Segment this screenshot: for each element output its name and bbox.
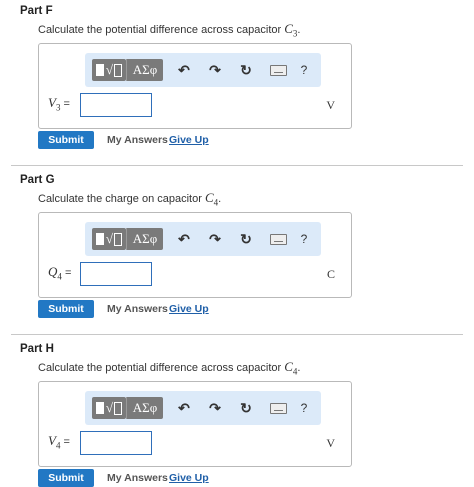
radical-icon: √ [105,400,114,415]
my-answers-link[interactable]: My Answers [107,303,168,315]
var-main: Q [48,264,58,279]
answer-box: √ ΑΣφ ↶ ↷ ↻ ? V3 = V [38,43,352,129]
equation-toolbar: √ ΑΣφ ↶ ↷ ↻ ? [85,222,321,256]
question-prefix: Calculate the potential difference acros… [38,362,285,374]
part-title: Part F [20,5,53,17]
reset-icon[interactable]: ↻ [235,59,257,81]
question-prefix: Calculate the charge on capacitor [38,193,205,205]
equals-sign: = [61,267,72,279]
submit-button[interactable]: Submit [38,300,94,318]
var-main: V [48,433,56,448]
greek-symbols-button[interactable]: ΑΣφ [126,59,163,81]
undo-icon[interactable]: ↶ [173,397,195,419]
keyboard-icon[interactable] [265,59,291,81]
my-answers-link[interactable]: My Answers [107,134,168,146]
equals-sign: = [60,98,70,110]
redo-icon[interactable]: ↷ [204,228,226,250]
question-variable: C3 [284,21,297,39]
unit-label: V [326,436,335,450]
give-up-link[interactable]: Give Up [169,472,209,484]
answer-box: √ ΑΣφ ↶ ↷ ↻ ? Q4 = C [38,212,352,298]
var-main: V [48,95,56,110]
submit-button[interactable]: Submit [38,469,94,487]
reset-icon[interactable]: ↻ [235,228,257,250]
unit-label: V [326,98,335,112]
undo-icon[interactable]: ↶ [173,59,195,81]
answer-input[interactable] [80,93,152,117]
help-button[interactable]: ? [293,59,315,81]
my-answers-link[interactable]: My Answers [107,472,168,484]
divider [11,334,463,335]
undo-icon[interactable]: ↶ [173,228,195,250]
question-prefix: Calculate the potential difference acros… [38,24,285,36]
redo-icon[interactable]: ↷ [204,59,226,81]
question-suffix: . [218,193,222,205]
greek-symbols-button[interactable]: ΑΣφ [126,228,163,250]
question-text: Calculate the charge on capacitor C4. [38,190,221,208]
part-title: Part H [20,343,54,355]
templates-button[interactable]: √ [92,397,126,419]
unit-label: C [326,267,335,281]
greek-symbols-button[interactable]: ΑΣφ [126,397,163,419]
templates-button[interactable]: √ [92,59,126,81]
question-var: C [284,359,293,374]
part-title: Part G [20,174,55,186]
give-up-link[interactable]: Give Up [169,303,209,315]
keyboard-icon[interactable] [265,228,291,250]
templates-button[interactable]: √ [92,228,126,250]
reset-icon[interactable]: ↻ [235,397,257,419]
answer-box: √ ΑΣφ ↶ ↷ ↻ ? V4 = V [38,381,352,467]
question-var: C [204,190,214,205]
help-button[interactable]: ? [293,397,315,419]
variable-label: V4 = [48,433,70,451]
equals-sign: = [60,436,70,448]
radical-icon: √ [105,231,114,246]
question-text: Calculate the potential difference acros… [38,21,300,39]
equation-toolbar: √ ΑΣφ ↶ ↷ ↻ ? [85,391,321,425]
keyboard-icon[interactable] [265,397,291,419]
variable-label: V3 = [48,95,70,113]
variable-label: Q4 = [48,264,71,282]
divider [11,165,463,166]
question-suffix: . [297,362,301,374]
give-up-link[interactable]: Give Up [169,134,209,146]
answer-input[interactable] [80,262,152,286]
redo-icon[interactable]: ↷ [204,397,226,419]
submit-button[interactable]: Submit [38,131,94,149]
radical-icon: √ [105,62,114,77]
help-button[interactable]: ? [293,228,315,250]
answer-input[interactable] [80,431,152,455]
question-variable: C4 [204,190,218,208]
question-variable: C4 [284,359,297,377]
equation-toolbar: √ ΑΣφ ↶ ↷ ↻ ? [85,53,321,87]
question-suffix: . [297,24,301,36]
question-var: C [284,21,293,36]
question-text: Calculate the potential difference acros… [38,359,300,377]
